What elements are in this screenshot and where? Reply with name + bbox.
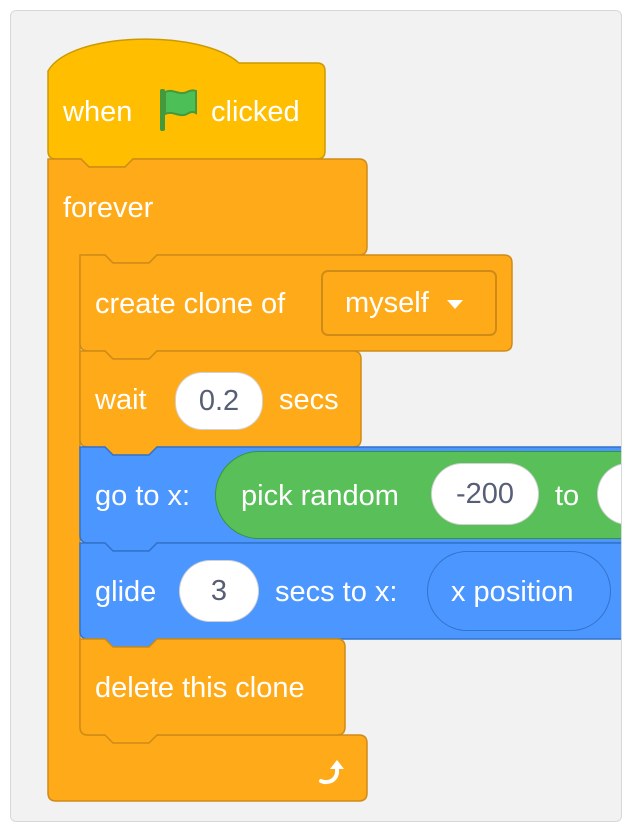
pick-random-label: pick random [241,480,399,512]
glide-secs-to-x-label: secs to x: [275,576,398,608]
chevron-down-icon [446,300,463,309]
wait-label: wait [95,384,147,416]
clone-target-dropdown[interactable]: myself [321,270,497,336]
glide-label: glide [95,576,157,608]
x-position-label: x position [451,576,574,608]
wait-duration-input[interactable]: 0.2 [175,372,263,430]
hat-when-label: when [63,96,133,128]
code-workspace[interactable]: when clicked forever create clone of mys… [10,10,622,822]
loop-arrow-icon [319,760,344,784]
goto-x-label: go to x: [95,480,191,512]
random-to-label: to [555,480,580,512]
forever-label: forever [63,192,154,224]
green-flag-icon [160,89,197,131]
glide-duration-input[interactable]: 3 [179,560,259,622]
delete-clone-label: delete this clone [95,672,305,704]
hat-clicked-label: clicked [211,96,300,128]
clone-target-value: myself [345,286,429,319]
create-clone-label: create clone of [95,288,286,320]
random-from-input[interactable]: -200 [431,463,539,525]
wait-unit-label: secs [279,384,339,416]
